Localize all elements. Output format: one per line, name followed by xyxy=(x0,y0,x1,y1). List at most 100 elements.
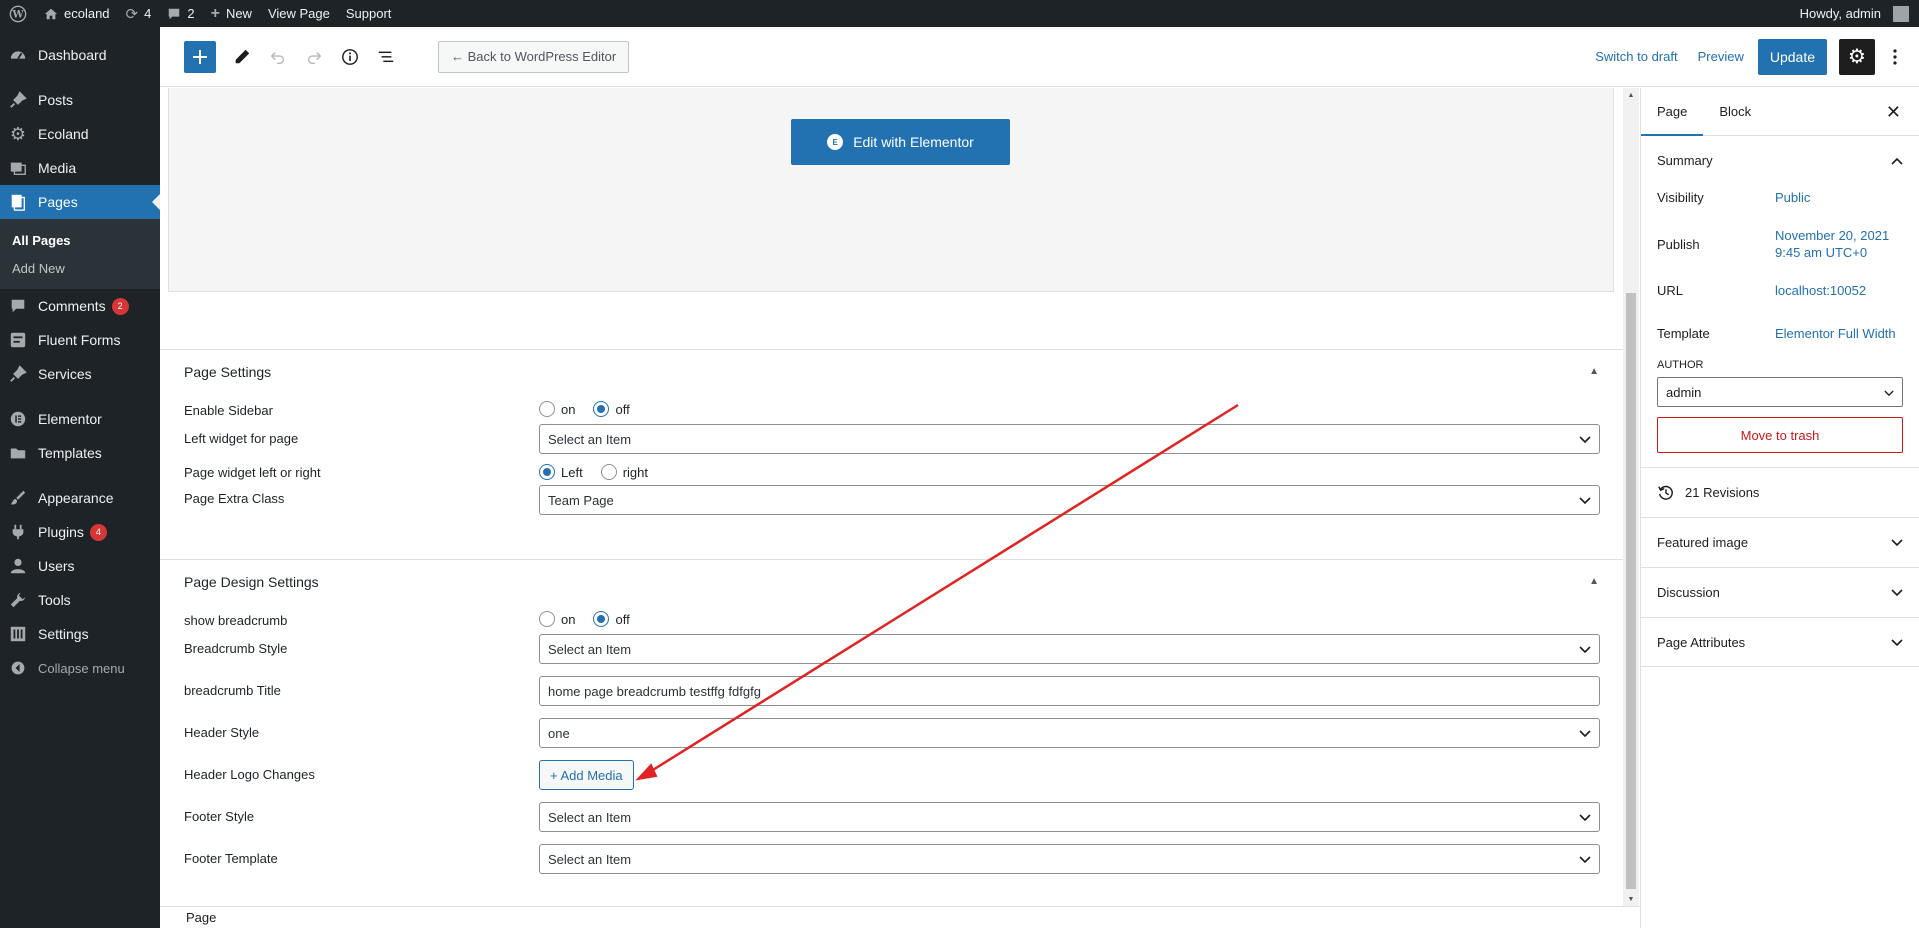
visibility-value[interactable]: Public xyxy=(1775,190,1903,205)
left-widget-select[interactable]: Select an Item xyxy=(539,424,1600,454)
updates-link[interactable]: ⟳ 4 xyxy=(118,0,160,27)
tab-page[interactable]: Page xyxy=(1641,88,1704,136)
chevron-down-icon xyxy=(1891,535,1903,550)
page-settings-title: Page Settings xyxy=(184,364,272,380)
details-button[interactable] xyxy=(332,39,368,75)
scroll-down-arrow-icon[interactable]: ▼ xyxy=(1623,892,1639,906)
enable-sidebar-off[interactable]: off xyxy=(593,401,630,417)
enable-sidebar-on[interactable]: on xyxy=(539,401,575,417)
sidebar-item-ecoland[interactable]: ⚙ Ecoland xyxy=(0,117,160,151)
discussion-panel[interactable]: Discussion xyxy=(1641,567,1919,617)
wordpress-logo-icon[interactable]: W xyxy=(0,0,36,27)
select-value: Select an Item xyxy=(548,641,632,657)
author-select[interactable]: admin xyxy=(1657,377,1903,407)
sidebar-item-comments[interactable]: Comments 2 xyxy=(0,289,160,323)
preview-button[interactable]: Preview xyxy=(1688,49,1754,64)
view-page-link[interactable]: View Page xyxy=(260,0,338,27)
move-to-trash-button[interactable]: Move to trash xyxy=(1657,417,1903,453)
breadcrumb-style-select[interactable]: Select an Item xyxy=(539,634,1600,664)
sidebar-item-plugins[interactable]: Plugins 4 xyxy=(0,515,160,549)
widget-side-right[interactable]: right xyxy=(600,464,648,480)
breadcrumb-item[interactable]: Page xyxy=(186,910,216,925)
author-value: admin xyxy=(1666,384,1702,400)
submenu-add-new[interactable]: Add New xyxy=(0,254,160,282)
account-menu[interactable]: Howdy, admin xyxy=(1792,0,1919,27)
pencil-icon xyxy=(235,49,250,63)
sidebar-item-posts[interactable]: Posts xyxy=(0,83,160,117)
sidebar-item-settings[interactable]: Settings xyxy=(0,617,160,651)
settings-toggle-button[interactable]: ⚙ xyxy=(1839,38,1875,75)
new-content-link[interactable]: + New xyxy=(203,0,260,27)
sidebar-item-appearance[interactable]: Appearance xyxy=(0,481,160,515)
select-value: Select an Item xyxy=(548,431,632,447)
collapse-caret-icon[interactable]: ▲ xyxy=(1589,366,1599,377)
page-attributes-panel[interactable]: Page Attributes xyxy=(1641,617,1919,667)
collapse-caret-icon[interactable]: ▲ xyxy=(1589,576,1599,587)
show-breadcrumb-on[interactable]: on xyxy=(539,611,575,627)
scroll-up-arrow-icon[interactable]: ▲ xyxy=(1623,88,1639,102)
sidebar-item-elementor[interactable]: Elementor xyxy=(0,402,160,436)
collapse-menu-button[interactable]: Collapse menu xyxy=(0,651,160,685)
add-block-button[interactable] xyxy=(184,40,216,73)
revisions-link[interactable]: 21 Revisions xyxy=(1641,467,1919,517)
chevron-down-icon xyxy=(1579,432,1591,447)
sidebar-item-services[interactable]: Services xyxy=(0,357,160,391)
sidebar-label: Comments xyxy=(38,298,106,314)
list-view-button[interactable] xyxy=(368,39,404,75)
publish-value[interactable]: November 20, 2021 9:45 am UTC+0 xyxy=(1775,227,1903,261)
enable-sidebar-label: Enable Sidebar xyxy=(184,403,273,418)
submenu-all-pages[interactable]: All Pages xyxy=(0,226,160,254)
footer-style-select[interactable]: Select an Item xyxy=(539,802,1600,832)
admin-sidebar: Dashboard Posts ⚙ Ecoland Media Pages Al… xyxy=(0,27,160,928)
edit-with-elementor-button[interactable]: E Edit with Elementor xyxy=(791,119,1010,165)
sidebar-label: Fluent Forms xyxy=(38,332,121,348)
sidebar-item-tools[interactable]: Tools xyxy=(0,583,160,617)
sidebar-label: Settings xyxy=(38,626,89,642)
scrollbar-thumb[interactable] xyxy=(1626,293,1636,889)
template-value[interactable]: Elementor Full Width xyxy=(1775,326,1903,341)
tools-button[interactable] xyxy=(224,39,260,75)
editor-content: E Edit with Elementor Page Settings ▲ En… xyxy=(160,88,1623,906)
close-icon[interactable]: ✕ xyxy=(1886,102,1901,123)
switch-to-draft-button[interactable]: Switch to draft xyxy=(1585,49,1687,64)
header-logo-label: Header Logo Changes xyxy=(184,767,315,782)
comments-link[interactable]: 2 xyxy=(159,0,202,27)
publish-row: Publish November 20, 2021 9:45 am UTC+0 xyxy=(1641,227,1919,261)
sidebar-item-dashboard[interactable]: Dashboard xyxy=(0,38,160,72)
redo-button[interactable] xyxy=(296,39,332,75)
widget-side-left[interactable]: Left xyxy=(539,464,583,480)
widget-side-radio-group: Left right xyxy=(539,464,648,480)
update-button[interactable]: Update xyxy=(1757,38,1827,75)
breadcrumb-title-input[interactable]: home page breadcrumb testffg fdfgfg xyxy=(539,676,1600,706)
url-value[interactable]: localhost:10052 xyxy=(1775,283,1903,298)
sidebar-item-media[interactable]: Media xyxy=(0,151,160,185)
elementor-icon xyxy=(8,409,28,429)
show-breadcrumb-off[interactable]: off xyxy=(593,611,630,627)
sidebar-item-templates[interactable]: Templates xyxy=(0,436,160,470)
tab-block[interactable]: Block xyxy=(1703,88,1767,136)
sidebar-item-users[interactable]: Users xyxy=(0,549,160,583)
home-icon xyxy=(44,8,58,19)
edit-with-elementor-label: Edit with Elementor xyxy=(853,134,974,150)
pages-icon xyxy=(8,192,28,212)
sidebar-item-fluent-forms[interactable]: Fluent Forms xyxy=(0,323,160,357)
undo-button[interactable] xyxy=(260,39,296,75)
plugin-icon xyxy=(8,522,28,542)
header-style-select[interactable]: one xyxy=(539,718,1600,748)
chevron-down-icon xyxy=(1579,810,1591,825)
radio-label: on xyxy=(561,611,576,627)
more-options-button[interactable] xyxy=(1881,39,1909,75)
extra-class-select[interactable]: Team Page xyxy=(539,485,1600,515)
content-scrollbar[interactable]: ▲ ▼ xyxy=(1623,88,1639,906)
add-media-button[interactable]: + Add Media xyxy=(539,760,634,790)
footer-template-select[interactable]: Select an Item xyxy=(539,844,1600,874)
site-name-link[interactable]: ecoland xyxy=(36,0,118,27)
featured-image-panel[interactable]: Featured image xyxy=(1641,517,1919,567)
back-to-wordpress-editor-button[interactable]: ← Back to WordPress Editor xyxy=(438,40,630,73)
sidebar-item-pages[interactable]: Pages xyxy=(0,185,160,219)
support-link[interactable]: Support xyxy=(338,0,400,27)
view-page-label: View Page xyxy=(267,6,330,21)
breadcrumb-title-label: breadcrumb Title xyxy=(184,683,281,698)
summary-panel-toggle[interactable]: Summary xyxy=(1641,136,1919,184)
plus-icon: + xyxy=(210,4,220,22)
